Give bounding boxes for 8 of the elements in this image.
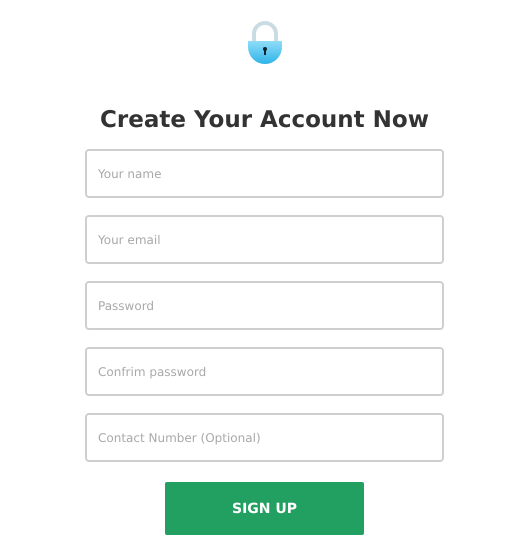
input-field[interactable]: Confrim password	[85, 347, 444, 396]
padlock-icon	[246, 21, 284, 65]
input-field[interactable]: Your name	[85, 149, 444, 198]
sign-up-button[interactable]: SIGN UP	[165, 482, 364, 535]
input-field[interactable]: Contact Number (Optional)	[85, 413, 444, 462]
input-field[interactable]: Password	[85, 281, 444, 330]
form-title: Create Your Account Now	[100, 106, 429, 135]
input-field[interactable]: Your email	[85, 215, 444, 264]
